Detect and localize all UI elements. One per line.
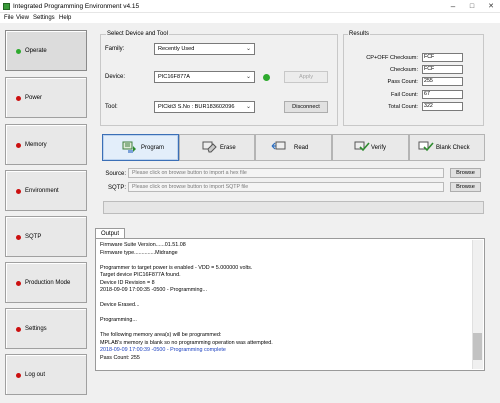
verify-button[interactable]: Verify: [332, 134, 409, 161]
pass-count-label: Pass Count:: [387, 79, 418, 85]
nav-settings[interactable]: Settings: [5, 308, 87, 349]
nav-log-out[interactable]: Log out: [5, 354, 87, 395]
chevron-down-icon: ⌄: [245, 46, 251, 52]
window-title: Integrated Programming Environment v4.15: [13, 3, 140, 10]
output-line: Firmware type..............Midrange: [100, 249, 178, 256]
nav-label: SQTP: [25, 234, 42, 240]
erase-button[interactable]: Erase: [179, 134, 255, 161]
menu-view[interactable]: View: [16, 13, 29, 23]
checksum-label: Checksum:: [390, 67, 418, 73]
menu-bar: File View Settings Help: [0, 13, 500, 23]
sqtp-label: SQTP:: [107, 185, 126, 191]
sqtp-browse-button[interactable]: Browse: [450, 182, 481, 192]
status-off-icon: [16, 281, 21, 286]
status-off-icon: [16, 327, 21, 332]
status-off-icon: [16, 373, 21, 378]
verify-icon: [354, 141, 370, 152]
nav-environment[interactable]: Environment: [5, 170, 87, 211]
nav-label: Memory: [25, 142, 47, 148]
erase-icon: [202, 141, 217, 153]
read-icon: [271, 141, 286, 150]
total-count-label: Total Count:: [388, 104, 418, 110]
device-value: PIC16F877A: [158, 74, 191, 80]
source-label: Source:: [105, 171, 126, 177]
disconnect-button[interactable]: Disconnect: [284, 101, 328, 113]
read-label: Read: [294, 145, 309, 151]
erase-label: Erase: [220, 145, 236, 151]
output-line: Pass Count: 255: [100, 354, 140, 361]
fail-count-value: 67: [422, 90, 463, 99]
nav-operate[interactable]: Operate: [5, 30, 87, 71]
menu-settings[interactable]: Settings: [33, 13, 55, 23]
status-off-icon: [16, 235, 21, 240]
menu-help[interactable]: Help: [59, 13, 71, 23]
device-tool-title: Select Device and Tool: [106, 30, 169, 38]
status-off-icon: [16, 96, 21, 101]
apply-button[interactable]: Apply: [284, 71, 328, 83]
nav-label: Production Mode: [25, 280, 71, 286]
total-count-value: 322: [422, 102, 463, 111]
program-label: Program: [141, 145, 165, 151]
output-line: Device ID Revision = 8: [100, 279, 155, 286]
blank-check-icon: [418, 141, 434, 152]
verify-label: Verify: [371, 145, 387, 151]
sqtp-field[interactable]: Please click on browse button to import …: [128, 182, 444, 192]
device-status-icon: [263, 74, 270, 81]
menu-file[interactable]: File: [4, 13, 14, 23]
blank-check-label: Blank Check: [436, 145, 470, 151]
nav-sqtp[interactable]: SQTP: [5, 216, 87, 257]
output-line: Target device PIC16F877A found.: [100, 272, 181, 278]
status-ok-icon: [16, 49, 21, 54]
output-line: MPLAB's memory is blank so no programmin…: [100, 339, 273, 346]
cp-off-checksum-label: CP+OFF Checksum:: [366, 55, 418, 61]
program-button[interactable]: Program: [102, 134, 179, 161]
nav-power[interactable]: Power: [5, 77, 87, 118]
results-title: Results: [348, 30, 371, 38]
output-console: Firmware Suite Version......01.51.08 Firm…: [95, 238, 485, 371]
blank-check-button[interactable]: Blank Check: [409, 134, 485, 161]
output-line: 2018-09-09 17:00:35 -0500 - Programming.…: [100, 287, 207, 293]
status-off-icon: [16, 143, 21, 148]
source-browse-button[interactable]: Browse: [450, 168, 481, 178]
nav-label: Power: [25, 95, 43, 101]
tool-label: Tool:: [105, 104, 118, 110]
output-line: Device Erased...: [100, 302, 140, 308]
nav-label: Environment: [25, 188, 59, 194]
family-select[interactable]: Recently Used ⌄: [154, 43, 255, 55]
app-icon: [3, 3, 10, 10]
program-icon: [122, 141, 136, 153]
family-value: Recently Used: [158, 46, 195, 52]
output-line: Firmware Suite Version......01.51.08: [100, 242, 186, 248]
close-button[interactable]: ✕: [482, 1, 500, 12]
status-strip: [103, 201, 484, 214]
nav-label: Operate: [25, 48, 47, 54]
status-off-icon: [16, 189, 21, 194]
family-label: Family:: [105, 46, 125, 52]
scrollbar-thumb[interactable]: [473, 333, 482, 360]
output-line: Programming...: [100, 317, 137, 323]
read-button[interactable]: Read: [255, 134, 332, 161]
nav-production-mode[interactable]: Production Mode: [5, 262, 87, 303]
nav-label: Settings: [25, 326, 47, 332]
minimize-button[interactable]: –: [444, 1, 462, 12]
pass-count-value: 255: [422, 77, 463, 86]
chevron-down-icon: ⌄: [245, 74, 251, 80]
fail-count-label: Fail Count:: [390, 92, 418, 98]
source-field[interactable]: Please click on browse button to import …: [128, 168, 444, 178]
checksum-value: FCF: [422, 65, 463, 74]
output-line: 2018-09-09 17:00:39 -0500 - Programming …: [100, 347, 226, 353]
chevron-down-icon: ⌄: [245, 104, 251, 110]
nav-label: Log out: [25, 372, 46, 378]
tool-select[interactable]: PICkit3 S.No : BUR183602096 ⌄: [154, 101, 255, 113]
nav-memory[interactable]: Memory: [5, 124, 87, 165]
title-bar: Integrated Programming Environment v4.15…: [0, 0, 500, 13]
device-select[interactable]: PIC16F877A ⌄: [154, 71, 255, 83]
tool-value: PICkit3 S.No : BUR183602096: [158, 104, 235, 110]
cp-off-checksum-value: FCF: [422, 53, 463, 62]
device-label: Device:: [105, 74, 126, 80]
maximize-button[interactable]: □: [463, 1, 481, 12]
output-line: The following memory area(s) will be pro…: [100, 332, 222, 338]
output-line: Programmer to target power is enabled - …: [100, 264, 253, 271]
